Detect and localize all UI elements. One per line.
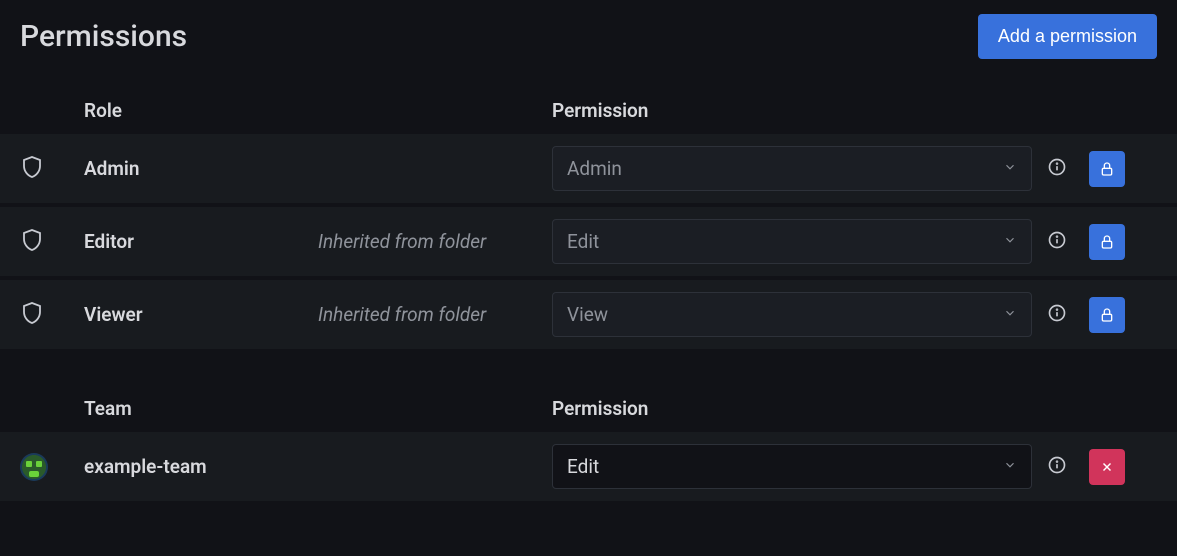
info-icon[interactable] bbox=[1047, 455, 1067, 479]
column-header-permission: Permission bbox=[552, 99, 1032, 122]
info-icon[interactable] bbox=[1047, 157, 1067, 181]
roles-section: Role Permission Admin Admin Editor Inher… bbox=[0, 99, 1177, 349]
permission-select[interactable]: Edit bbox=[552, 444, 1032, 489]
shield-icon bbox=[20, 301, 44, 329]
lock-button bbox=[1089, 224, 1125, 260]
info-icon[interactable] bbox=[1047, 230, 1067, 254]
role-name: Viewer bbox=[84, 303, 143, 326]
shield-icon bbox=[20, 155, 44, 183]
chevron-down-icon bbox=[1003, 457, 1017, 476]
role-row: Admin Admin bbox=[0, 134, 1177, 203]
add-permission-button[interactable]: Add a permission bbox=[978, 14, 1157, 59]
role-name: Editor bbox=[84, 230, 134, 253]
permission-select-value: Admin bbox=[567, 157, 622, 180]
lock-button bbox=[1089, 151, 1125, 187]
team-name: example-team bbox=[84, 455, 207, 478]
permission-select-value: Edit bbox=[567, 455, 599, 478]
inherited-label: Inherited from folder bbox=[318, 303, 486, 326]
column-header-team: Team bbox=[84, 397, 318, 420]
team-avatar bbox=[20, 453, 48, 481]
teams-section: Team Permission example-team Edit bbox=[0, 397, 1177, 501]
permission-select[interactable]: View bbox=[552, 292, 1032, 337]
remove-button[interactable] bbox=[1089, 449, 1125, 485]
role-name: Admin bbox=[84, 157, 139, 180]
column-header-role: Role bbox=[84, 99, 318, 122]
role-row: Editor Inherited from folder Edit bbox=[0, 207, 1177, 276]
info-icon[interactable] bbox=[1047, 303, 1067, 327]
lock-button bbox=[1089, 297, 1125, 333]
inherited-label: Inherited from folder bbox=[318, 230, 486, 253]
column-header-permission: Permission bbox=[552, 397, 1032, 420]
permission-select[interactable]: Admin bbox=[552, 146, 1032, 191]
team-row: example-team Edit bbox=[0, 432, 1177, 501]
permission-select-value: View bbox=[567, 303, 608, 326]
shield-icon bbox=[20, 228, 44, 256]
chevron-down-icon bbox=[1003, 232, 1017, 251]
chevron-down-icon bbox=[1003, 159, 1017, 178]
permission-select[interactable]: Edit bbox=[552, 219, 1032, 264]
permission-select-value: Edit bbox=[567, 230, 599, 253]
page-title: Permissions bbox=[20, 19, 187, 54]
chevron-down-icon bbox=[1003, 305, 1017, 324]
role-row: Viewer Inherited from folder View bbox=[0, 280, 1177, 349]
